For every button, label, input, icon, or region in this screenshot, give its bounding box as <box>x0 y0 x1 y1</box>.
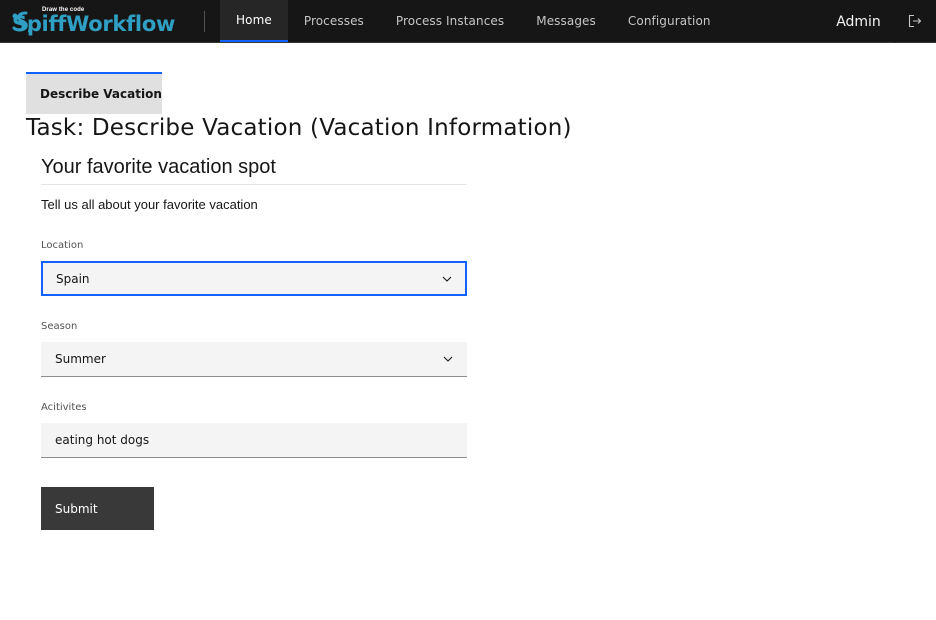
season-label: Season <box>41 321 78 332</box>
user-name: Admin <box>823 0 895 43</box>
logout-icon <box>908 14 922 28</box>
nav-item-label: Configuration <box>627 14 711 28</box>
form-divider <box>41 184 467 185</box>
nav-item-label: Home <box>236 13 272 27</box>
nav-item-label: Messages <box>536 14 596 28</box>
activities-value: eating hot dogs <box>55 433 150 447</box>
nav-item-label: Process Instances <box>395 14 505 28</box>
location-label: Location <box>41 240 84 251</box>
tab-describe-vacation[interactable]: Describe Vacation <box>26 72 162 114</box>
logo-name: SpiffWorkflow <box>12 12 176 36</box>
header-divider <box>204 11 205 32</box>
logout-button[interactable] <box>900 10 930 32</box>
nav-item-process-instances[interactable]: Process Instances <box>380 0 520 42</box>
season-select[interactable]: Summer <box>41 342 467 377</box>
form-description: Tell us all about your favorite vacation <box>41 197 258 212</box>
location-select[interactable]: Spain <box>41 261 467 296</box>
nav-item-messages[interactable]: Messages <box>520 0 612 42</box>
main-nav: Home Processes Process Instances Message… <box>220 0 727 43</box>
chevron-down-icon <box>442 276 452 282</box>
submit-button[interactable]: Submit <box>41 487 154 530</box>
chevron-down-icon <box>443 356 453 362</box>
top-header: Draw the code SpiffWorkflow Home Process… <box>0 0 936 43</box>
activities-label: Acitivites <box>41 402 87 413</box>
form-title: Your favorite vacation spot <box>41 156 276 178</box>
location-value: Spain <box>56 271 90 286</box>
nav-item-label: Processes <box>303 14 364 28</box>
nav-item-configuration[interactable]: Configuration <box>612 0 727 42</box>
season-value: Summer <box>55 352 106 366</box>
nav-item-processes[interactable]: Processes <box>288 0 380 42</box>
spiffworkflow-logo[interactable]: Draw the code SpiffWorkflow <box>12 6 175 36</box>
page-title: Task: Describe Vacation (Vacation Inform… <box>26 115 572 141</box>
activities-input[interactable]: eating hot dogs <box>41 423 467 458</box>
nav-item-home[interactable]: Home <box>220 0 288 42</box>
